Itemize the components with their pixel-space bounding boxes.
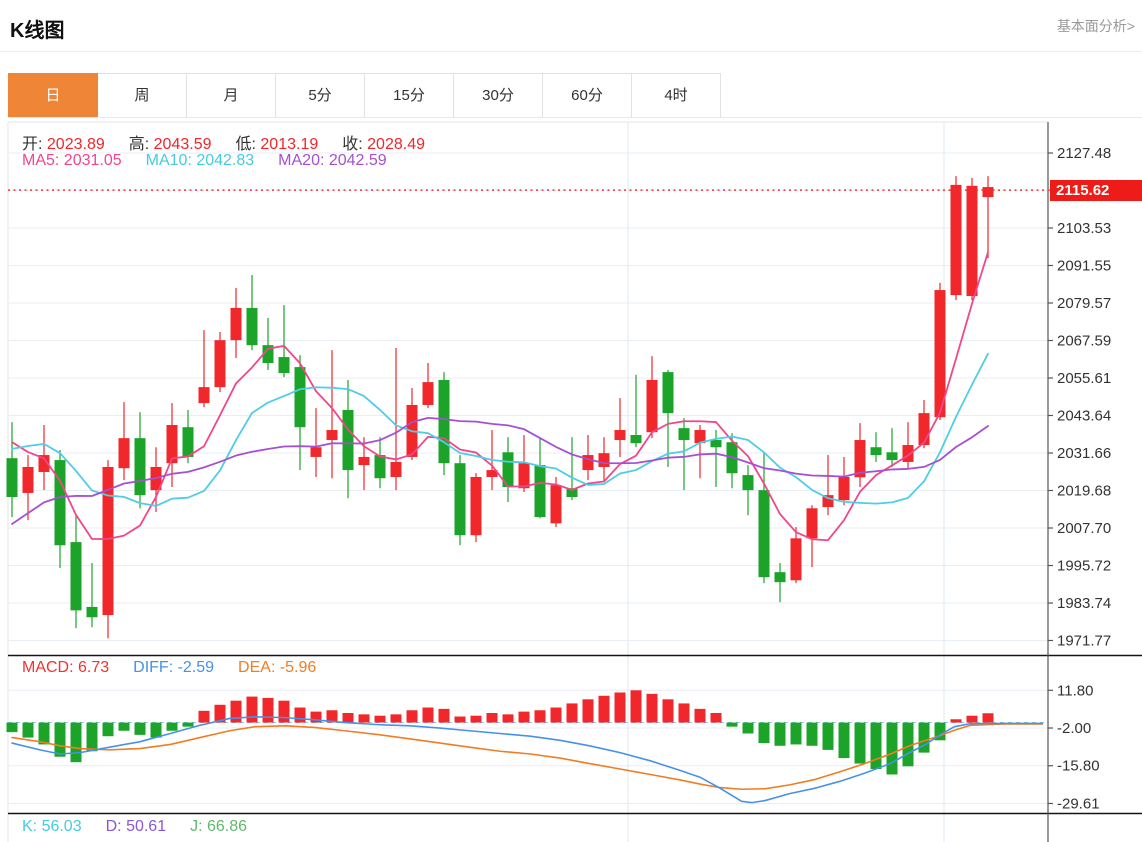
macd-axis-label: -15.80 (1057, 758, 1100, 775)
fundamental-analysis-link[interactable]: 基本面分析> (1057, 16, 1135, 36)
period-tab-30分[interactable]: 30分 (454, 73, 543, 118)
page-title: K线图 (10, 20, 65, 42)
dea-readout: DEA: -5.96 (238, 659, 317, 676)
tabbar-underline (8, 117, 1142, 118)
price-axis-label: 1983.74 (1057, 595, 1111, 612)
macd-axis-label: -29.61 (1057, 795, 1100, 812)
price-axis-label: 2127.48 (1057, 145, 1111, 162)
macd-axis-label: 11.80 (1057, 682, 1093, 699)
price-axis-label: 2055.61 (1057, 370, 1111, 387)
period-tab-4时[interactable]: 4时 (632, 73, 721, 118)
ma5-readout: MA5: 2031.05 (22, 152, 122, 169)
chart-canvas: 2127.48 2103.53 2091.55 2079.57 2067.59 2055.… (6, 121, 1142, 842)
kdj-readout: K: 56.03 D: 50.61 J: 66.86 (22, 818, 271, 836)
price-axis-label: 2103.53 (1057, 220, 1111, 237)
open-readout: 开: 2023.89 (22, 136, 105, 153)
period-tab-5分[interactable]: 5分 (276, 73, 365, 118)
k-readout: K: 56.03 (22, 818, 82, 835)
ma20-readout: MA20: 2042.59 (278, 152, 387, 169)
price-axis-label: 2091.55 (1057, 257, 1111, 274)
price-axis-label: 2079.57 (1057, 295, 1111, 312)
price-axis-label: 2067.59 (1057, 333, 1111, 350)
macd-readout: MACD: 6.73 DIFF: -2.59 DEA: -5.96 (22, 659, 340, 677)
current-price-tag: 2115.62 (1050, 180, 1142, 201)
price-axis-label: 2007.70 (1057, 520, 1111, 537)
ohlc-readout: 开: 2023.89 高: 2043.59 低: 2013.19 收: 2028.49 (22, 130, 449, 154)
price-axis-label: 1971.77 (1057, 633, 1111, 650)
kline-page: { "page": {"title": "K线图", "link": "基本面分… (0, 0, 1142, 842)
ma10-readout: MA10: 2042.83 (145, 152, 255, 169)
price-axis-label: 2031.66 (1057, 445, 1111, 462)
period-tab-周[interactable]: 周 (98, 73, 187, 118)
macd-axis-label: -2.00 (1057, 720, 1091, 737)
period-tab-60分[interactable]: 60分 (543, 73, 632, 118)
macd-readout: MACD: 6.73 (22, 659, 110, 676)
period-tabbar: 日周月 5分 15分 30分 60分 4时 (8, 73, 721, 118)
page-header: K线图 基本面分析> (0, 0, 1142, 52)
j-readout: J: 66.86 (190, 818, 248, 835)
close-readout: 收: 2028.49 (342, 136, 425, 153)
period-tab-15分[interactable]: 15分 (365, 73, 454, 118)
price-axis-label: 2019.68 (1057, 483, 1111, 500)
price-axis-label: 2043.64 (1057, 407, 1111, 424)
low-readout: 低: 2013.19 (235, 136, 319, 153)
high-readout: 高: 2043.59 (128, 136, 212, 153)
ma-readout: MA5: 2031.05 MA10: 2042.83 MA20: 2042.59 (22, 152, 411, 170)
d-readout: D: 50.61 (105, 818, 167, 835)
period-tab-月[interactable]: 月 (187, 73, 276, 118)
period-tab-日[interactable]: 日 (8, 73, 98, 118)
diff-readout: DIFF: -2.59 (133, 659, 215, 676)
price-axis-label: 1995.72 (1057, 558, 1111, 575)
